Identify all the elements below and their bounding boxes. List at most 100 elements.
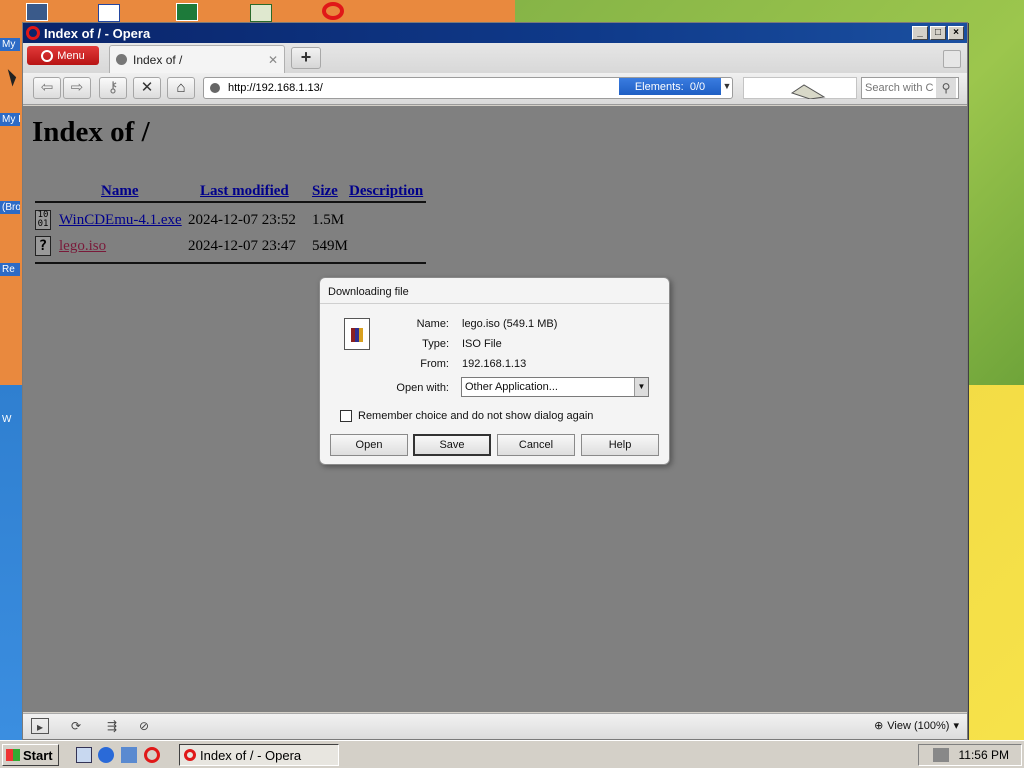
mail-icon[interactable] — [98, 4, 120, 22]
zoom-control[interactable]: ⊕ View (100%) ▾ — [874, 719, 959, 733]
wand-area[interactable] — [743, 77, 857, 99]
search-icon[interactable]: ⚲ — [936, 78, 956, 98]
table-row: ? lego.iso 2024-12-07 23:47 549M — [35, 233, 426, 259]
file-size: 1.5M — [312, 211, 345, 228]
elements-count: 0/0 — [689, 80, 706, 93]
column-size[interactable]: Size — [312, 183, 349, 200]
clock-app-icon[interactable] — [250, 4, 272, 22]
stop-button[interactable]: ✕ — [133, 77, 161, 99]
chevron-down-icon[interactable]: ▼ — [634, 378, 648, 396]
home-icon: ⌂ — [176, 79, 186, 96]
remember-checkbox[interactable] — [340, 410, 352, 422]
file-modified: 2024-12-07 23:52 — [188, 211, 296, 228]
taskbar-opera-button[interactable]: Index of / - Opera — [179, 744, 339, 766]
binary-file-icon: 10 01 — [35, 210, 51, 230]
column-last-modified[interactable]: Last modified — [200, 183, 312, 200]
tab-title: Index of / — [133, 52, 183, 67]
panel-toggle-icon[interactable]: ▸ — [31, 718, 49, 734]
key-button[interactable]: ⚷ — [99, 77, 127, 99]
search-box[interactable]: ⚲ — [861, 77, 959, 99]
opera-quicklaunch-icon[interactable] — [144, 747, 160, 763]
opera-logo-icon — [41, 49, 54, 62]
from-value: 192.168.1.13 — [462, 358, 527, 370]
page-globe-icon — [116, 54, 127, 65]
address-dropdown-icon[interactable]: ▼ — [721, 78, 733, 95]
opera-desktop-icon[interactable] — [322, 2, 344, 20]
opera-icon — [26, 26, 40, 40]
tab-bar: Menu Index of / ✕ + — [23, 43, 967, 73]
minimize-button[interactable]: _ — [912, 26, 928, 40]
block-content-icon[interactable]: ⊘ — [135, 718, 153, 734]
open-with-label: Open with: — [396, 382, 449, 394]
close-window-button[interactable]: × — [948, 26, 964, 40]
title-bar[interactable]: Index of / - Opera _ □ × — [23, 23, 967, 43]
table-row: 10 01 WinCDEmu-4.1.exe 2024-12-07 23:52 1… — [35, 207, 426, 233]
forward-button[interactable]: ⇨ — [63, 77, 91, 99]
header-rule — [35, 201, 426, 203]
desktop-label-4[interactable]: Re — [0, 263, 20, 276]
trash-icon[interactable] — [943, 50, 961, 68]
taskbar-opera-label: Index of / - Opera — [200, 747, 302, 763]
new-tab-button[interactable]: + — [291, 47, 321, 69]
elements-indicator[interactable]: Elements: 0/0 — [619, 78, 721, 95]
type-label: Type: — [422, 338, 449, 350]
help-button[interactable]: Help — [581, 434, 659, 456]
desktop-label-2[interactable]: My I — [0, 113, 20, 126]
sync-icon[interactable]: ⟳ — [67, 718, 85, 734]
elements-label: Elements: — [634, 80, 684, 93]
clock[interactable]: 11:56 PM — [959, 748, 1009, 762]
start-label: Start — [23, 747, 53, 763]
maximize-button[interactable]: □ — [930, 26, 946, 40]
stop-x-icon: ✕ — [140, 79, 154, 96]
column-name[interactable]: Name — [101, 183, 200, 200]
internet-explorer-icon[interactable] — [98, 747, 114, 763]
network-icon[interactable] — [121, 747, 137, 763]
desktop-label-1[interactable]: My — [0, 38, 20, 51]
turbo-icon[interactable]: ⇶ — [103, 718, 121, 734]
opera-menu-button[interactable]: Menu — [27, 46, 99, 65]
opera-task-icon — [184, 749, 196, 761]
file-size: 549M — [312, 237, 348, 254]
show-desktop-icon[interactable] — [76, 747, 92, 763]
tray-network-icon[interactable] — [932, 748, 949, 762]
desktop-label-3[interactable]: (Bro — [0, 201, 20, 214]
name-value: lego.iso (549.1 MB) — [462, 318, 558, 330]
file-modified: 2024-12-07 23:47 — [188, 237, 296, 254]
status-bar: ▸ ⟳ ⇶ ⊘ ⊕ View (100%) ▾ — [23, 713, 967, 739]
open-button[interactable]: Open — [330, 434, 408, 456]
zoom-dropdown-icon: ▾ — [953, 720, 959, 732]
from-label: From: — [420, 358, 449, 370]
search-input[interactable] — [862, 81, 936, 95]
cancel-button[interactable]: Cancel — [497, 434, 575, 456]
site-info-icon[interactable] — [210, 83, 220, 93]
menu-label: Menu — [57, 49, 85, 62]
zoom-icon: ⊕ — [874, 720, 884, 732]
name-label: Name: — [416, 318, 449, 330]
desktop-label-5[interactable]: W — [0, 413, 20, 426]
save-button[interactable]: Save — [413, 434, 491, 456]
file-link[interactable]: lego.iso — [59, 238, 188, 255]
home-button[interactable]: ⌂ — [167, 77, 195, 99]
file-link[interactable]: WinCDEmu-4.1.exe — [59, 212, 188, 229]
unknown-file-icon: ? — [35, 236, 51, 256]
windows-flag-icon — [6, 749, 20, 761]
key-icon: ⚷ — [107, 79, 119, 96]
navigation-bar: ⇦ ⇨ ⚷ ✕ ⌂ http://192.168.1.13/ Elements:… — [23, 73, 967, 105]
open-with-value: Other Application... — [465, 381, 558, 393]
file-listing: Name Last modified Size Description 10 01… — [35, 174, 426, 264]
column-description[interactable]: Description — [349, 183, 423, 200]
close-tab-icon[interactable]: ✕ — [268, 53, 278, 67]
window-title: Index of / - Opera — [44, 25, 151, 41]
tab-index[interactable]: Index of / ✕ — [109, 45, 285, 73]
type-value: ISO File — [462, 338, 502, 350]
remember-label[interactable]: Remember choice and do not show dialog a… — [358, 410, 593, 422]
excel-icon[interactable] — [176, 3, 198, 21]
open-with-select[interactable]: Other Application... ▼ — [461, 377, 649, 397]
my-computer-icon[interactable] — [26, 3, 48, 21]
taskbar: Start Index of / - Opera 11:56 PM — [0, 740, 1024, 768]
start-button[interactable]: Start — [2, 744, 59, 766]
back-button[interactable]: ⇦ — [33, 77, 61, 99]
wand-icon — [790, 84, 826, 99]
dialog-title: Downloading file — [320, 278, 669, 304]
download-dialog: Downloading file Name: lego.iso (549.1 M… — [319, 277, 670, 465]
